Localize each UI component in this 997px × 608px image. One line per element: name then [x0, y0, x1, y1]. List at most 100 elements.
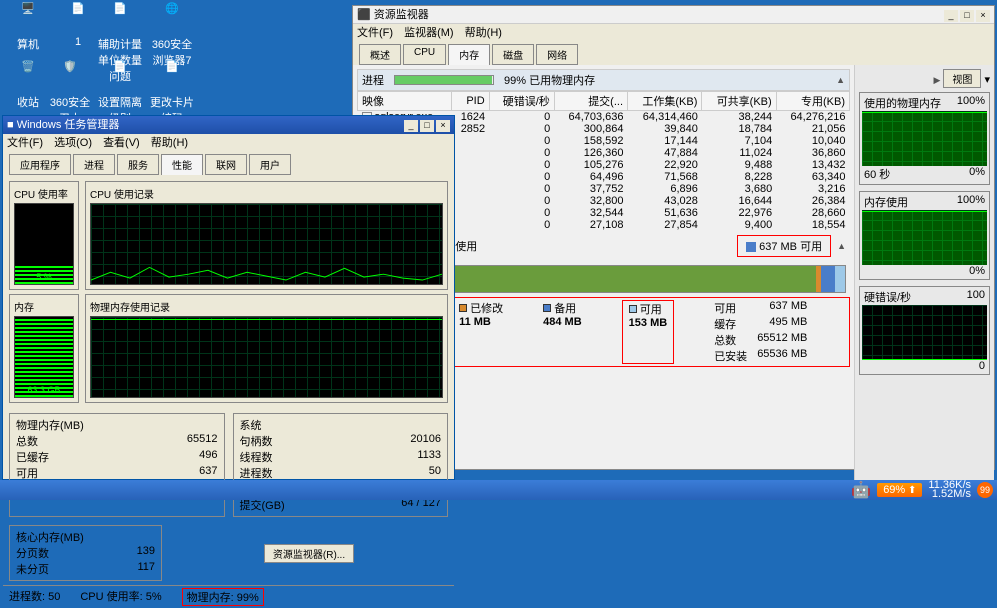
- app-icon: ■: [7, 119, 14, 131]
- tab-processes[interactable]: 进程: [73, 154, 115, 175]
- menu-view[interactable]: 查看(V): [103, 137, 140, 149]
- memory-pct-label: 99% 已用物理内存: [504, 72, 595, 88]
- close-button[interactable]: ×: [976, 10, 990, 22]
- cpu-history-box: CPU 使用记录: [85, 181, 448, 290]
- menu-options[interactable]: 选项(O): [54, 137, 92, 149]
- desktop-icon[interactable]: 🗑️收站: [4, 60, 52, 110]
- window-title: 资源监视器: [374, 9, 429, 21]
- column-header[interactable]: 映像: [358, 92, 452, 111]
- titlebar[interactable]: ⬛ 资源监视器 _□×: [353, 6, 994, 24]
- stat-row: 可用637: [16, 465, 218, 481]
- window-title: Windows 任务管理器: [17, 119, 120, 131]
- column-header[interactable]: 提交(...: [554, 92, 627, 111]
- minimize-button[interactable]: _: [404, 120, 418, 132]
- desktop-icon[interactable]: 📄1: [54, 2, 102, 48]
- cpu-gauge: 5 %: [14, 203, 74, 285]
- expand-icon[interactable]: ▶: [933, 75, 940, 85]
- process-section-header[interactable]: 进程 99% 已用物理内存 ▲: [357, 69, 850, 91]
- tab-users[interactable]: 用户: [249, 154, 291, 175]
- view-button[interactable]: 视图: [943, 69, 981, 88]
- browser-icon: 🌐: [156, 2, 188, 34]
- minimize-button[interactable]: _: [944, 10, 958, 22]
- tab-bar: 应用程序 进程 服务 性能 联网 用户: [3, 152, 454, 175]
- column-header[interactable]: 硬错误/秒: [489, 92, 554, 111]
- menubar: 文件(F) 监视器(M) 帮助(H): [353, 24, 994, 42]
- tab-apps[interactable]: 应用程序: [9, 154, 71, 175]
- tab-disk[interactable]: 磁盘: [492, 44, 534, 65]
- notify-badge[interactable]: 99: [977, 482, 993, 498]
- mini-graph: 使用的物理内存100%60 秒0%: [859, 92, 990, 185]
- status-cpu: CPU 使用率: 5%: [80, 588, 161, 606]
- desktop-icon[interactable]: 🖥️算机: [4, 2, 52, 52]
- taskbar[interactable]: 🤖 69% ⬆ 11.36K/s1.52M/s 99: [0, 480, 997, 500]
- cpu-gauge-box: CPU 使用率 5 %: [9, 181, 79, 290]
- close-button[interactable]: ×: [436, 120, 450, 132]
- file-icon: 📄: [104, 2, 136, 34]
- group-title: 物理内存(MB): [16, 417, 218, 433]
- cpu-history-graph: [90, 203, 443, 285]
- stat-row: 总数65512: [16, 433, 218, 449]
- tab-services[interactable]: 服务: [117, 154, 159, 175]
- tab-cpu[interactable]: CPU: [403, 44, 446, 65]
- computer-icon: 🖥️: [12, 2, 44, 34]
- menu-help[interactable]: 帮助(H): [465, 27, 502, 39]
- mem-gauge-box: 内存 63.3 GB: [9, 294, 79, 403]
- android-icon[interactable]: 🤖: [851, 480, 871, 500]
- cpu-pct-value: 5 %: [15, 272, 73, 282]
- section-title: 进程: [362, 72, 384, 88]
- app-icon: ⬛: [357, 9, 371, 21]
- mini-graph: 内存使用100%0%: [859, 191, 990, 280]
- window-controls: _□×: [942, 6, 990, 23]
- tab-bar: 概述 CPU 内存 磁盘 网络: [353, 42, 994, 65]
- column-header[interactable]: 可共享(KB): [702, 92, 776, 111]
- taskbar-net-widget[interactable]: 11.36K/s1.52M/s: [928, 481, 971, 499]
- resmon-sidebar: ▶ 视图 ▾ 使用的物理内存100%60 秒0%内存使用100%0%硬错误/秒1…: [854, 65, 994, 485]
- column-header[interactable]: 专用(KB): [776, 92, 849, 111]
- resource-monitor-button[interactable]: 资源监视器(R)...: [264, 544, 354, 563]
- tab-performance[interactable]: 性能: [161, 154, 203, 175]
- menu-file[interactable]: 文件(F): [357, 27, 393, 39]
- tab-network[interactable]: 联网: [205, 154, 247, 175]
- file-icon: 📄: [62, 2, 94, 34]
- kernel-mem-group: 核心内存(MB) 分页数139未分页117: [9, 525, 162, 581]
- stat-row: 进程数50: [240, 465, 442, 481]
- task-manager-window[interactable]: ■ Windows 任务管理器 _□× 文件(F) 选项(O) 查看(V) 帮助…: [2, 115, 455, 480]
- desktop-icon[interactable]: 🌐360安全浏览器7: [148, 2, 196, 68]
- tab-network[interactable]: 网络: [536, 44, 578, 65]
- collapse-icon[interactable]: ▲: [837, 241, 846, 251]
- stat-row: 已缓存496: [16, 449, 218, 465]
- window-controls: _□×: [402, 116, 450, 134]
- recycle-icon: 🗑️: [12, 60, 44, 92]
- titlebar[interactable]: ■ Windows 任务管理器 _□×: [3, 116, 454, 134]
- maximize-button[interactable]: □: [960, 10, 974, 22]
- mem-history-box: 物理内存使用记录: [85, 294, 448, 403]
- tab-overview[interactable]: 概述: [359, 44, 401, 65]
- status-procs: 进程数: 50: [9, 588, 60, 606]
- statusbar: 进程数: 50 CPU 使用率: 5% 物理内存: 99%: [3, 585, 454, 608]
- column-header[interactable]: 工作集(KB): [628, 92, 702, 111]
- stat-row: 句柄数20106: [240, 433, 442, 449]
- taskbar-pct-widget[interactable]: 69% ⬆: [877, 483, 922, 497]
- mem-gauge-label: 内存: [14, 299, 74, 314]
- stat-row: 线程数1133: [240, 449, 442, 465]
- file-icon: 📄: [104, 60, 136, 92]
- status-mem-highlight: 物理内存: 99%: [182, 588, 264, 606]
- tab-memory[interactable]: 内存: [448, 44, 490, 65]
- stat-row: 未分页117: [16, 561, 155, 577]
- collapse-icon[interactable]: ▲: [836, 75, 845, 85]
- mem-history-label: 物理内存使用记录: [90, 299, 443, 314]
- mini-graph: 硬错误/秒1000: [859, 286, 990, 375]
- system-group: 系统 句柄数20106线程数1133进程数50开机时间6:04:39:06提交(…: [233, 413, 449, 517]
- maximize-button[interactable]: □: [420, 120, 434, 132]
- group-title: 系统: [240, 417, 442, 433]
- menubar: 文件(F) 选项(O) 查看(V) 帮助(H): [3, 134, 454, 152]
- group-title: 核心内存(MB): [16, 529, 155, 545]
- menu-file[interactable]: 文件(F): [7, 137, 43, 149]
- menu-help[interactable]: 帮助(H): [151, 137, 188, 149]
- column-header[interactable]: PID: [451, 92, 489, 111]
- shield-icon: 🛡️: [54, 60, 86, 92]
- stat-row: 分页数139: [16, 545, 155, 561]
- cpu-history-label: CPU 使用记录: [90, 186, 443, 201]
- menu-monitor[interactable]: 监视器(M): [404, 27, 454, 39]
- mem-gb-value: 63.3 GB: [15, 385, 73, 395]
